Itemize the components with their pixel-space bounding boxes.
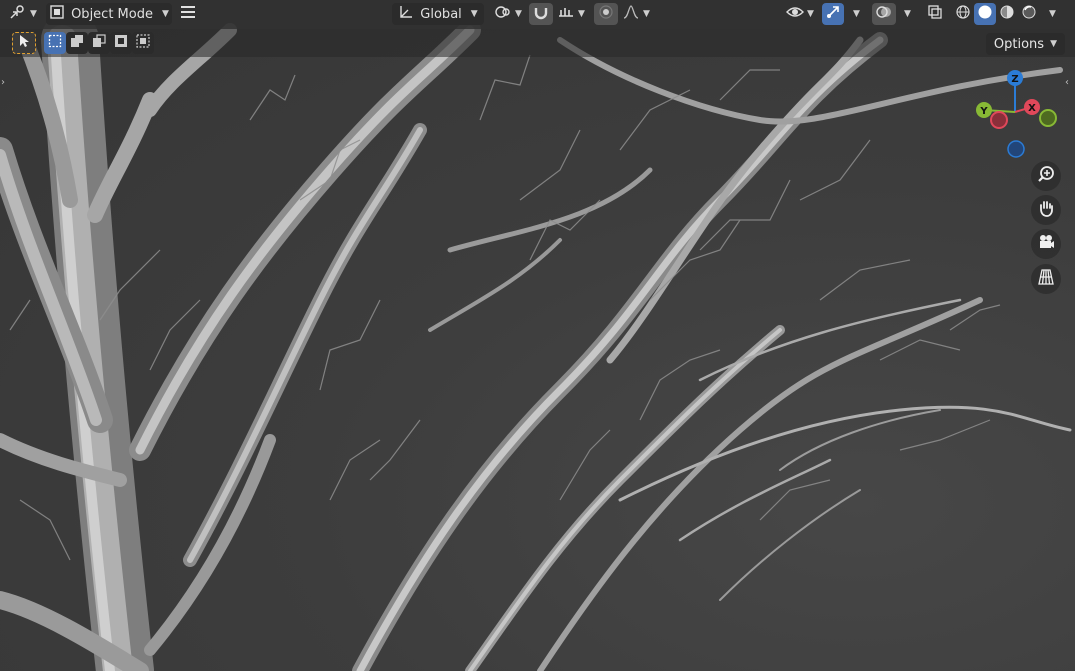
options-label: Options bbox=[993, 36, 1045, 52]
ortho-perspective-button[interactable] bbox=[1031, 264, 1061, 294]
eye-visibility-icon bbox=[786, 4, 805, 24]
overlays-icon bbox=[876, 4, 892, 24]
snap-target-button[interactable]: ▼ bbox=[554, 3, 588, 25]
gizmo-dropdown[interactable]: ▼ bbox=[846, 3, 864, 25]
gizmo-toggle-icon bbox=[825, 4, 841, 24]
chevron-down-icon: ▼ bbox=[30, 9, 37, 19]
overlays-toggle[interactable] bbox=[872, 3, 896, 25]
material-preview-icon bbox=[999, 4, 1015, 24]
select-extend-icon bbox=[70, 34, 84, 52]
select-set-icon bbox=[48, 34, 62, 52]
falloff-button[interactable]: ▼ bbox=[619, 3, 653, 25]
tree-branches-render bbox=[0, 11, 1072, 671]
view3d-icon bbox=[9, 4, 27, 24]
select-mode-intersect-button[interactable] bbox=[132, 32, 154, 54]
xray-toggle[interactable] bbox=[924, 3, 946, 25]
mode-label: Object Mode bbox=[71, 6, 153, 22]
pan-hand-icon bbox=[1037, 199, 1055, 221]
chevron-down-icon: ▼ bbox=[807, 9, 814, 19]
mode-selector[interactable]: Object Mode ▼ bbox=[46, 3, 172, 25]
zoom-button[interactable] bbox=[1031, 161, 1061, 191]
snap-magnet-icon bbox=[533, 4, 549, 24]
visibility-button[interactable]: ▼ bbox=[782, 3, 818, 25]
camera-view-button[interactable] bbox=[1031, 229, 1061, 259]
shading-wireframe-button[interactable] bbox=[952, 3, 974, 25]
proportional-edit-icon bbox=[598, 4, 614, 24]
3d-viewport[interactable]: ▼ Object Mode ▼ Global ▼ ▼ ▼ ▼ ▼ ▼ ▼ ▼ O… bbox=[0, 0, 1075, 671]
select-box-tool-icon bbox=[18, 34, 30, 52]
transform-orientation-label: Global bbox=[420, 6, 462, 22]
editor-type-button[interactable]: ▼ bbox=[6, 3, 40, 25]
solid-shading-icon bbox=[977, 4, 993, 24]
ortho-grid-icon bbox=[1037, 268, 1055, 290]
falloff-curve-icon bbox=[622, 4, 640, 24]
shading-solid-button[interactable] bbox=[974, 3, 996, 25]
select-mode-invert-button[interactable] bbox=[110, 32, 132, 54]
transform-orientation-icon bbox=[398, 4, 414, 24]
navigation-gizmo[interactable]: Z Y X bbox=[968, 64, 1060, 164]
pivot-point-button[interactable]: ▼ bbox=[492, 3, 524, 25]
select-subtract-icon bbox=[92, 34, 106, 52]
chevron-down-icon: ▼ bbox=[904, 9, 911, 19]
snap-increment-icon bbox=[557, 4, 575, 24]
camera-view-icon bbox=[1037, 233, 1055, 255]
select-intersect-icon bbox=[136, 34, 150, 52]
chevron-down-icon: ▼ bbox=[578, 9, 585, 19]
shading-material-button[interactable] bbox=[996, 3, 1018, 25]
xray-icon bbox=[927, 4, 943, 24]
pan-button[interactable] bbox=[1031, 195, 1061, 225]
select-mode-extend-button[interactable] bbox=[66, 32, 88, 54]
object-mode-icon bbox=[49, 4, 65, 24]
chevron-down-icon: ▼ bbox=[1050, 39, 1057, 49]
chevron-down-icon: ▼ bbox=[161, 9, 169, 19]
z-axis-label: Z bbox=[1011, 74, 1018, 85]
sidebar-expand-arrow-icon[interactable]: ‹ bbox=[1065, 77, 1069, 88]
hamburger-menu-icon bbox=[180, 5, 196, 23]
shading-dropdown[interactable]: ▼ bbox=[1042, 3, 1060, 25]
tool-settings-bar bbox=[0, 29, 1075, 57]
neg-y-axis-handle[interactable] bbox=[1039, 109, 1057, 127]
chevron-down-icon: ▼ bbox=[515, 9, 522, 19]
zoom-icon bbox=[1037, 165, 1055, 187]
neg-x-axis-handle[interactable] bbox=[990, 111, 1008, 129]
viewport-header: ▼ Object Mode ▼ Global ▼ ▼ ▼ ▼ ▼ ▼ ▼ ▼ bbox=[0, 0, 1075, 29]
shading-rendered-button[interactable] bbox=[1018, 3, 1040, 25]
chevron-down-icon: ▼ bbox=[1049, 9, 1056, 19]
rendered-shading-icon bbox=[1021, 4, 1037, 24]
gizmo-toggle[interactable] bbox=[822, 3, 844, 25]
x-axis-label: X bbox=[1028, 103, 1036, 114]
pivot-point-icon bbox=[494, 4, 512, 24]
select-mode-set-button[interactable] bbox=[44, 32, 66, 54]
hamburger-menu-button[interactable] bbox=[176, 3, 200, 25]
wireframe-shading-icon bbox=[955, 4, 971, 24]
proportional-edit-toggle[interactable] bbox=[594, 3, 618, 25]
chevron-down-icon: ▼ bbox=[853, 9, 860, 19]
select-mode-subtract-button[interactable] bbox=[88, 32, 110, 54]
select-invert-icon bbox=[114, 34, 128, 52]
options-dropdown[interactable]: Options ▼ bbox=[985, 33, 1065, 55]
chevron-down-icon: ▼ bbox=[643, 9, 650, 19]
chevron-down-icon: ▼ bbox=[470, 9, 478, 19]
neg-z-axis-handle[interactable] bbox=[1007, 140, 1025, 158]
select-tool-button[interactable] bbox=[12, 32, 36, 54]
overlays-dropdown[interactable]: ▼ bbox=[897, 3, 915, 25]
transform-orientation-selector[interactable]: Global ▼ bbox=[392, 3, 484, 25]
snap-toggle[interactable] bbox=[529, 3, 553, 25]
y-axis-label: Y bbox=[979, 106, 988, 117]
toolbar-expand-arrow-icon[interactable]: › bbox=[1, 77, 5, 88]
